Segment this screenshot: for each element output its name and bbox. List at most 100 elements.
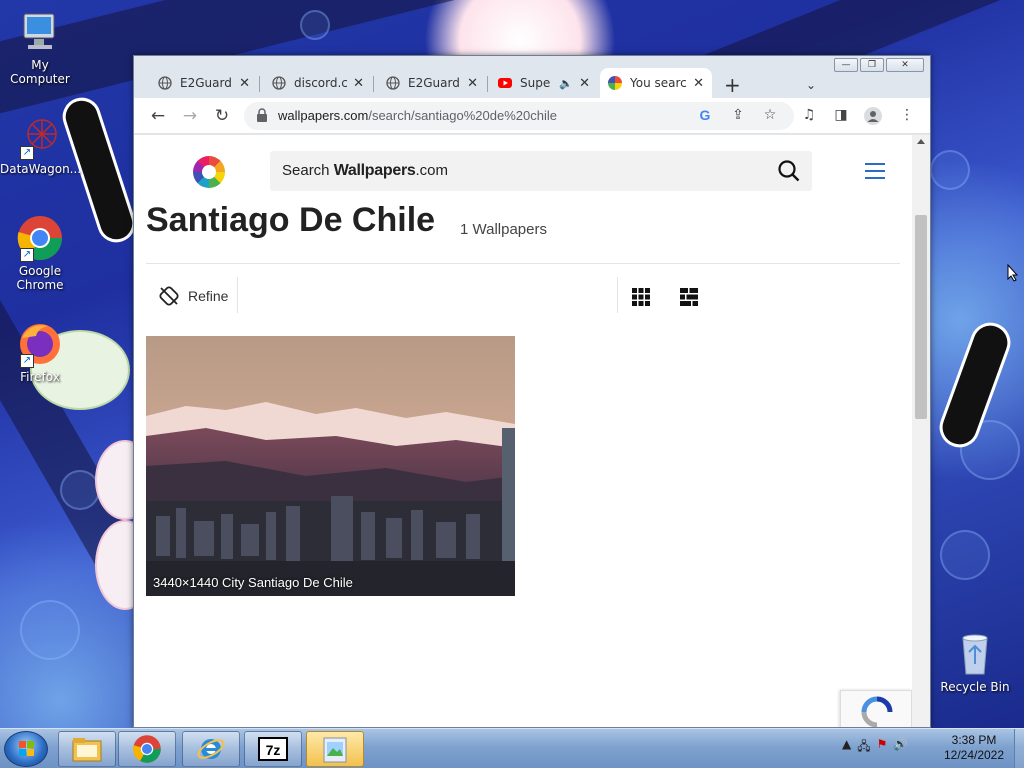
media-control-icon[interactable]: ♫	[800, 107, 818, 123]
youtube-icon	[498, 78, 512, 88]
shortcut-arrow-icon: ↗	[20, 146, 34, 160]
taskbar-internet-explorer[interactable]	[182, 731, 240, 767]
share-icon[interactable]: ⇪	[729, 107, 747, 123]
search-icon[interactable]	[778, 160, 800, 182]
tab-search-chevron-icon[interactable]: ⌄	[806, 78, 816, 92]
menu-kebab-icon[interactable]: ⋮	[898, 107, 916, 123]
globe-icon	[386, 76, 400, 90]
site-search-input[interactable]: Search Wallpapers.com	[270, 151, 812, 191]
taskbar-paint[interactable]	[306, 731, 364, 767]
url-domain: wallpapers.com	[278, 108, 369, 123]
7zip-icon: 7z	[258, 737, 288, 761]
shortcut-arrow-icon: ↗	[20, 248, 34, 262]
desktop-icon-label: Firefox	[20, 370, 60, 384]
clock-time: 3:38 PM	[951, 733, 997, 747]
desktop-icon-google-chrome[interactable]: ↗ Google Chrome	[0, 214, 80, 292]
taskbar-chrome[interactable]	[118, 731, 176, 767]
tab-title: E2Guardi	[180, 76, 234, 90]
tab-close-icon[interactable]: ✕	[239, 76, 250, 91]
browser-toolbar: ← → ↻ wallpapers.com/search/santiago%20d…	[134, 98, 930, 134]
profile-avatar-icon[interactable]	[864, 107, 882, 129]
tab-close-icon[interactable]: ✕	[353, 76, 364, 91]
mouse-cursor-icon	[1007, 264, 1019, 282]
wallpaper-caption: 3440×1440 City Santiago De Chile	[153, 575, 353, 590]
divider	[617, 277, 618, 313]
masonry-view-icon[interactable]	[680, 288, 698, 306]
tab-close-icon[interactable]: ✕	[467, 76, 478, 91]
taskbar-7zip[interactable]: 7z	[244, 731, 302, 767]
desktop-icon-recycle-bin[interactable]: Recycle Bin	[935, 630, 1015, 694]
show-hidden-icons-icon[interactable]: ▲	[842, 737, 851, 758]
show-desktop-button[interactable]	[1014, 729, 1024, 768]
reload-button[interactable]: ↻	[212, 106, 232, 126]
clock-date: 12/24/2022	[943, 748, 1005, 762]
system-tray: ▲ 🖧 ⚑ 🔊	[842, 737, 908, 758]
tab-discord[interactable]: discord.cc ✕	[264, 68, 372, 98]
tab-wallpapers-active[interactable]: You searc ✕	[600, 68, 712, 98]
firefox-icon: ↗	[16, 320, 64, 368]
refine-icon	[159, 286, 179, 306]
result-count: 1 Wallpapers	[460, 221, 547, 238]
back-button[interactable]: ←	[148, 106, 168, 126]
explorer-icon	[72, 738, 102, 762]
scroll-up-arrow-icon[interactable]	[917, 139, 925, 144]
recycle-bin-icon	[951, 630, 999, 678]
page-scrollbar[interactable]	[912, 135, 930, 727]
url-path: /search/santiago%20de%20chile	[368, 108, 557, 123]
desktop-icon-datawagon[interactable]: ↗ DataWagon...	[0, 112, 81, 176]
new-tab-button[interactable]: +	[724, 75, 741, 95]
tab-separator	[373, 76, 374, 92]
tab-close-icon[interactable]: ✕	[693, 76, 704, 91]
bookmark-star-icon[interactable]: ☆	[761, 107, 779, 123]
taskbar: 7z ▲ 🖧 ⚑ 🔊 3:38 PM 12/24/2022	[0, 728, 1024, 768]
chrome-icon	[133, 735, 161, 763]
grid-view-icon[interactable]	[632, 288, 650, 306]
wallpapers-logo-icon[interactable]	[193, 156, 225, 188]
taskbar-explorer[interactable]	[58, 731, 116, 767]
network-icon[interactable]: 🖧	[857, 737, 870, 758]
tab-separator	[487, 76, 488, 92]
tab-title: Supe	[520, 76, 551, 90]
tab-e2guardian-2[interactable]: E2Guardi ✕	[378, 68, 486, 98]
desktop-icon-label: My Computer	[10, 58, 70, 86]
tab-separator	[259, 76, 260, 92]
divider	[146, 263, 900, 264]
scrollbar-thumb[interactable]	[915, 215, 927, 419]
tab-close-icon[interactable]: ✕	[579, 76, 590, 91]
volume-icon[interactable]: 🔊	[893, 737, 908, 758]
tab-strip: E2Guardi ✕ discord.cc ✕ E2Guardi ✕ Supe …	[134, 64, 930, 98]
lock-icon	[257, 108, 267, 122]
side-panel-icon[interactable]: ◨	[832, 107, 850, 123]
tab-youtube[interactable]: Supe 🔈 ✕	[490, 68, 598, 98]
tab-title: You searc	[630, 76, 687, 90]
desktop-icon-label: Recycle Bin	[940, 680, 1010, 694]
desktop-icon-firefox[interactable]: ↗ Firefox	[0, 320, 80, 384]
ie-icon	[197, 739, 225, 759]
refine-button[interactable]: Refine	[158, 285, 228, 307]
wallpaper-result-card[interactable]: 3440×1440 City Santiago De Chile	[146, 336, 515, 596]
tab-title: discord.cc	[294, 76, 347, 90]
recaptcha-badge[interactable]	[840, 690, 912, 727]
google-icon[interactable]: G	[696, 107, 714, 123]
forward-button[interactable]: →	[180, 106, 200, 126]
tab-e2guardian-1[interactable]: E2Guardi ✕	[150, 68, 258, 98]
audio-playing-icon[interactable]: 🔈	[559, 77, 573, 90]
browser-window: — ❐ ✕ E2Guardi ✕ discord.cc ✕ E2Guardi ✕…	[133, 55, 931, 728]
desktop-icon-label: Google Chrome	[16, 264, 64, 292]
wallpapers-icon	[608, 76, 622, 90]
chrome-icon: ↗	[16, 214, 64, 262]
computer-icon	[16, 8, 64, 56]
svg-text:7z: 7z	[266, 742, 281, 758]
system-clock[interactable]: 3:38 PM 12/24/2022	[936, 733, 1012, 763]
paint-icon	[323, 737, 347, 763]
windows-logo-icon	[19, 741, 34, 756]
santiago-city-wallpaper-image	[146, 336, 515, 596]
refine-label: Refine	[188, 288, 229, 304]
action-center-flag-icon[interactable]: ⚑	[877, 737, 888, 758]
search-placeholder: Search Wallpapers.com	[282, 162, 448, 179]
datawagon-icon: ↗	[16, 112, 64, 160]
desktop-icon-my-computer[interactable]: My Computer	[0, 8, 80, 86]
hamburger-menu-icon[interactable]	[865, 163, 885, 184]
start-button[interactable]	[4, 731, 48, 767]
tab-title: E2Guardi	[408, 76, 462, 90]
